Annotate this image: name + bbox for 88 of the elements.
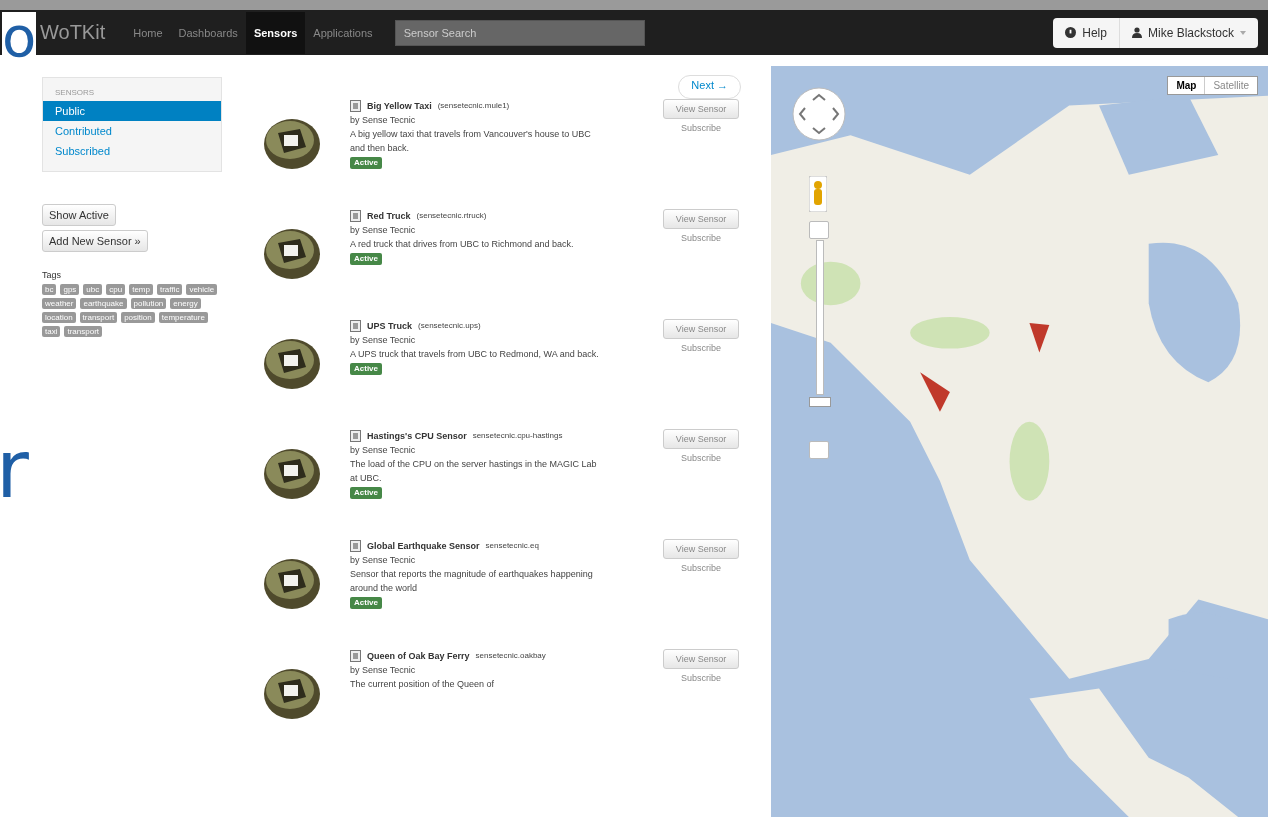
zoom-out-button[interactable] <box>809 441 829 459</box>
sensor-byline: by Sense Tecnic <box>350 334 417 347</box>
subscribe-link[interactable]: Subscribe <box>681 123 722 133</box>
tag[interactable]: ubc <box>83 284 103 295</box>
subscribe-link[interactable]: Subscribe <box>681 563 722 573</box>
nav-link[interactable]: Applications <box>305 26 381 39</box>
sidebar-item[interactable]: Subscribed <box>43 141 221 161</box>
sidebar-item[interactable]: Contributed <box>43 121 221 141</box>
sensor-title[interactable]: Hastings's CPU Sensor <box>367 429 467 443</box>
sidebar-button[interactable]: Add New Sensor » <box>42 230 148 252</box>
sensor-id: (sensetecnic.ups) <box>418 320 481 332</box>
sensor-type-icon <box>350 540 361 552</box>
user-menu[interactable]: Mike Blackstock <box>1118 17 1258 48</box>
sensor-title[interactable]: Queen of Oak Bay Ferry <box>367 649 470 663</box>
status-label: Active <box>350 363 382 375</box>
status-label: Active <box>350 487 382 499</box>
sensor-title[interactable]: UPS Truck <box>367 319 413 333</box>
sensor-description: The current position of the Queen of <box>350 678 496 691</box>
nav-link[interactable]: Home <box>125 26 171 39</box>
help-link[interactable]: Help <box>1053 17 1119 48</box>
zoom-handle[interactable] <box>809 397 831 407</box>
sensor-byline: by Sense Tecnic <box>350 554 417 567</box>
sidebar-button[interactable]: Show Active <box>42 204 116 226</box>
status-label: Active <box>350 253 382 265</box>
tags-label: Tags <box>42 270 62 280</box>
view-sensor-button[interactable]: View Sensor <box>663 209 739 229</box>
sensor-type-icon <box>350 210 361 222</box>
sensor-type-icon <box>350 320 361 332</box>
sensor-description: A UPS truck that travels from UBC to Redmond, WA and back. <box>350 348 600 361</box>
sensor-description: The load of the CPU on the server hastings in the MAGIC Lab at UBC. <box>350 458 598 485</box>
status-label: Active <box>350 157 382 169</box>
sensor-title[interactable]: Big Yellow Taxi <box>367 99 432 113</box>
tag[interactable]: earthquake <box>80 298 127 309</box>
sidebar-heading: SENSORS <box>54 88 96 99</box>
status-label: Active <box>350 597 382 609</box>
sensor-description: Sensor that reports the magnitude of earthquakes happening around the world <box>350 568 594 595</box>
tag[interactable]: cpu <box>106 284 126 295</box>
subscribe-link[interactable]: Subscribe <box>681 343 722 353</box>
zoom-in-button[interactable] <box>809 221 829 239</box>
tag[interactable]: location <box>42 312 76 323</box>
sensor-description: A big yellow taxi that travels from Vancouver's house to UBC and then back. <box>350 128 592 155</box>
sensor-id: sensetecnic.eq <box>485 540 539 552</box>
subscribe-link[interactable]: Subscribe <box>681 673 722 683</box>
sidebar-item[interactable]: Public <box>43 101 221 121</box>
sensor-byline: by Sense Tecnic <box>350 444 417 457</box>
nav-link[interactable]: Dashboards <box>170 26 246 39</box>
search-field[interactable]: Sensor Search <box>394 19 645 46</box>
sensor-byline: by Sense Tecnic <box>350 224 417 237</box>
view-sensor-button[interactable]: View Sensor <box>663 539 739 559</box>
tag[interactable]: bc <box>42 284 57 295</box>
sensor-title[interactable]: Global Earthquake Sensor <box>367 539 480 553</box>
nav-link[interactable]: Sensors <box>245 11 306 54</box>
tag[interactable]: energy <box>170 298 201 309</box>
sensor-byline: by Sense Tecnic <box>350 664 417 677</box>
caret-icon <box>1240 30 1246 35</box>
sensor-byline: by Sense Tecnic <box>350 114 417 127</box>
tag[interactable]: pollution <box>130 298 167 309</box>
tag[interactable]: weather <box>42 298 77 309</box>
user-icon <box>1131 27 1142 38</box>
pan-control[interactable] <box>791 86 847 142</box>
tag[interactable]: position <box>121 312 155 323</box>
tag[interactable]: traffic <box>156 284 183 295</box>
sensor-type-icon <box>350 430 361 442</box>
subscribe-link[interactable]: Subscribe <box>681 453 722 463</box>
tag[interactable]: temperature <box>158 312 208 323</box>
tag[interactable]: transport <box>79 312 118 323</box>
sensor-id: (sensetecnic.rtruck) <box>416 210 487 222</box>
subscribe-link[interactable]: Subscribe <box>681 233 722 243</box>
tag[interactable]: temp <box>129 284 153 295</box>
sensor-type-icon <box>350 650 361 662</box>
sensor-title[interactable]: Red Truck <box>367 209 411 223</box>
person-icon[interactable] <box>809 176 827 212</box>
view-sensor-button[interactable]: View Sensor <box>663 319 739 339</box>
sensor-type-icon <box>350 100 361 112</box>
view-sensor-button[interactable]: View Sensor <box>663 649 739 669</box>
tag[interactable]: gps <box>60 284 80 295</box>
sensor-id: sensetecnic.oakbay <box>475 650 546 662</box>
sensor-id: sensetecnic.cpu-hastings <box>472 430 563 442</box>
help-icon <box>1065 27 1077 38</box>
view-sensor-button[interactable]: View Sensor <box>663 429 739 449</box>
tag[interactable]: taxi <box>42 326 61 337</box>
sensor-id: (sensetecnic.mule1) <box>437 100 510 112</box>
tag[interactable]: vehicle <box>186 284 218 295</box>
sensor-description: A red truck that drives from UBC to Richmond and back. <box>350 238 575 251</box>
view-sensor-button[interactable]: View Sensor <box>663 99 739 119</box>
brand-logo[interactable]: WoTKit <box>40 21 106 44</box>
slide-letter: r <box>0 430 29 510</box>
tag[interactable]: transport <box>64 326 103 337</box>
